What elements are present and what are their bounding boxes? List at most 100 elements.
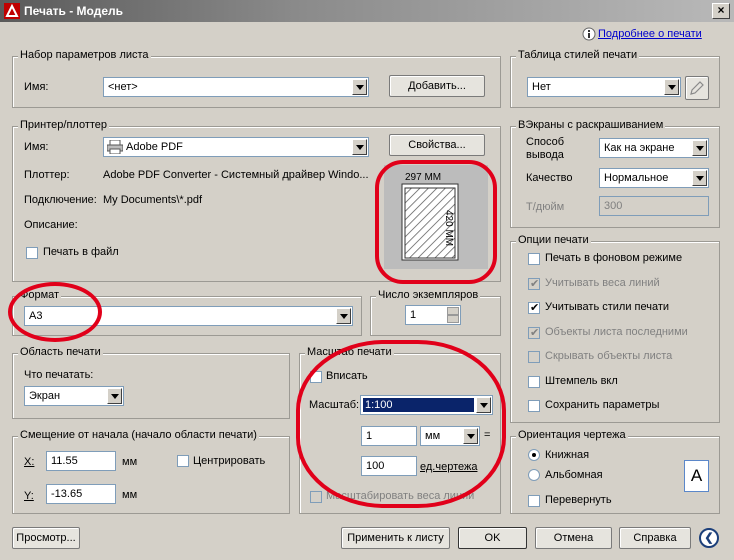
info-icon: [582, 27, 596, 41]
what-to-plot-select[interactable]: Экран: [24, 386, 124, 406]
printer-icon: [107, 140, 123, 154]
plot-option-label[interactable]: Учитывать стили печати: [545, 301, 669, 313]
plot-option-checkbox[interactable]: [528, 253, 540, 265]
dpi-value: 300: [604, 200, 623, 212]
close-icon: ×: [717, 3, 725, 17]
spin-up-icon[interactable]: [447, 307, 459, 315]
apply-to-layout-button[interactable]: Применить к листу: [341, 527, 450, 549]
printer-name-select[interactable]: Adobe PDF: [103, 137, 369, 157]
spin-down-icon[interactable]: [447, 315, 459, 323]
quality-value: Нормальное: [604, 172, 669, 184]
offset-x-unit: мм: [122, 456, 138, 468]
chevron-down-icon[interactable]: [336, 308, 351, 324]
print-to-file-label[interactable]: Печать в файл: [43, 246, 119, 258]
plot-offset-legend: Смещение от начала (начало области печат…: [18, 429, 259, 441]
ok-button[interactable]: OK: [458, 527, 527, 549]
page-setup-legend: Набор параметров листа: [18, 49, 151, 61]
plot-option-label[interactable]: Учитывать веса линий: [545, 277, 660, 289]
plot-option-label[interactable]: Штемпель вкл: [545, 375, 618, 387]
connection-value: My Documents\*.pdf: [103, 194, 203, 206]
printer-legend: Принтер/плоттер: [18, 119, 110, 131]
help-link[interactable]: Подробнее о печати: [598, 28, 702, 40]
chevron-down-icon[interactable]: [692, 170, 707, 186]
add-page-setup-button[interactable]: Добавить...: [389, 75, 485, 97]
plot-style-table-legend: Таблица стилей печати: [516, 49, 640, 61]
upside-down-label[interactable]: Перевернуть: [545, 494, 612, 506]
what-to-plot-label: Что печатать:: [24, 369, 94, 381]
scale-lineweights-checkbox[interactable]: [310, 491, 322, 503]
red-annotation-plot-scale: [296, 340, 506, 508]
offset-x-value: 11.55: [51, 455, 78, 467]
shade-output-select[interactable]: Как на экране: [599, 138, 709, 158]
close-button[interactable]: ×: [712, 3, 730, 19]
plot-option-checkbox[interactable]: [528, 326, 540, 339]
chevron-down-icon[interactable]: [352, 79, 367, 95]
quality-label: Качество: [526, 172, 573, 184]
upside-down-checkbox[interactable]: [528, 495, 540, 507]
printer-name-value: Adobe PDF: [126, 141, 183, 153]
portrait-label[interactable]: Книжная: [545, 449, 589, 461]
dpi-field[interactable]: 300: [599, 196, 709, 216]
offset-y-value: -13.65: [51, 488, 83, 500]
preview-button[interactable]: Просмотр...: [12, 527, 80, 549]
plot-options-legend: Опции печати: [516, 234, 591, 246]
plot-style-table-value: Нет: [532, 81, 551, 93]
page-setup-name-label: Имя:: [24, 81, 49, 93]
shade-output-label-line1: Способ: [526, 136, 565, 148]
plot-option-label[interactable]: Скрывать объекты листа: [545, 350, 672, 362]
plot-option-checkbox[interactable]: [528, 351, 540, 363]
print-dialog: Печать - Модель × Подробнее о печати Наб…: [0, 0, 734, 560]
center-plot-label[interactable]: Центрировать: [193, 455, 265, 467]
what-to-plot-value: Экран: [29, 390, 61, 402]
print-to-file-checkbox[interactable]: [26, 247, 38, 259]
shade-output-label-line2: вывода: [526, 149, 564, 161]
chevron-down-icon[interactable]: [352, 139, 367, 155]
offset-y-label: Y:: [24, 490, 34, 502]
portrait-radio[interactable]: [528, 449, 540, 461]
plot-area-legend: Область печати: [18, 346, 103, 358]
chevron-down-icon[interactable]: [664, 79, 679, 95]
portrait-page-icon: A: [684, 460, 709, 492]
copies-value: 1: [410, 309, 417, 321]
cancel-button[interactable]: Отмена: [535, 527, 612, 549]
plot-option-checkbox[interactable]: [528, 375, 540, 388]
quality-select[interactable]: Нормальное: [599, 168, 709, 188]
page-setup-name-value: <нет>: [108, 81, 138, 93]
printer-name-label: Имя:: [24, 141, 49, 153]
connection-label: Подключение:: [24, 194, 97, 206]
red-annotation-paper-size: [8, 282, 102, 342]
edit-plot-style-button[interactable]: [685, 76, 709, 100]
description-label: Описание:: [24, 219, 78, 231]
landscape-label[interactable]: Альбомная: [545, 469, 603, 481]
window-title: Печать - Модель: [24, 4, 124, 18]
page-setup-name-select[interactable]: <нет>: [103, 77, 369, 97]
offset-x-label: X:: [24, 456, 35, 468]
red-annotation-paper-preview: [375, 160, 497, 284]
pencil-icon: [690, 81, 704, 95]
offset-x-field[interactable]: 11.55: [46, 451, 116, 471]
autocad-app-icon: [4, 3, 20, 19]
chevron-down-icon[interactable]: [692, 140, 707, 156]
plotter-value: Adobe PDF Converter - Системный драйвер …: [103, 169, 369, 181]
shaded-viewports-legend: ВЭкраны с раскрашиванием: [516, 119, 666, 131]
landscape-radio[interactable]: [528, 469, 540, 481]
shade-output-value: Как на экране: [604, 142, 675, 154]
plot-option-checkbox[interactable]: [528, 301, 540, 314]
collapse-options-button[interactable]: ❮: [699, 528, 719, 548]
offset-y-field[interactable]: -13.65: [46, 484, 116, 504]
offset-y-unit: мм: [122, 489, 138, 501]
plot-option-label[interactable]: Сохранить параметры: [545, 399, 659, 411]
plot-option-checkbox[interactable]: [528, 277, 540, 290]
plot-option-label[interactable]: Печать в фоновом режиме: [545, 252, 682, 264]
plotter-label: Плоттер:: [24, 169, 70, 181]
chevron-left-icon: ❮: [704, 532, 714, 544]
center-plot-checkbox[interactable]: [177, 455, 189, 467]
plot-style-table-select[interactable]: Нет: [527, 77, 681, 97]
printer-properties-button[interactable]: Свойства...: [389, 134, 485, 156]
copies-field[interactable]: 1: [405, 305, 461, 325]
plot-option-label[interactable]: Объекты листа последними: [545, 326, 688, 338]
plot-option-checkbox[interactable]: [528, 400, 540, 412]
chevron-down-icon[interactable]: [107, 388, 122, 404]
copies-legend: Число экземпляров: [376, 289, 481, 301]
help-button[interactable]: Справка: [619, 527, 691, 549]
